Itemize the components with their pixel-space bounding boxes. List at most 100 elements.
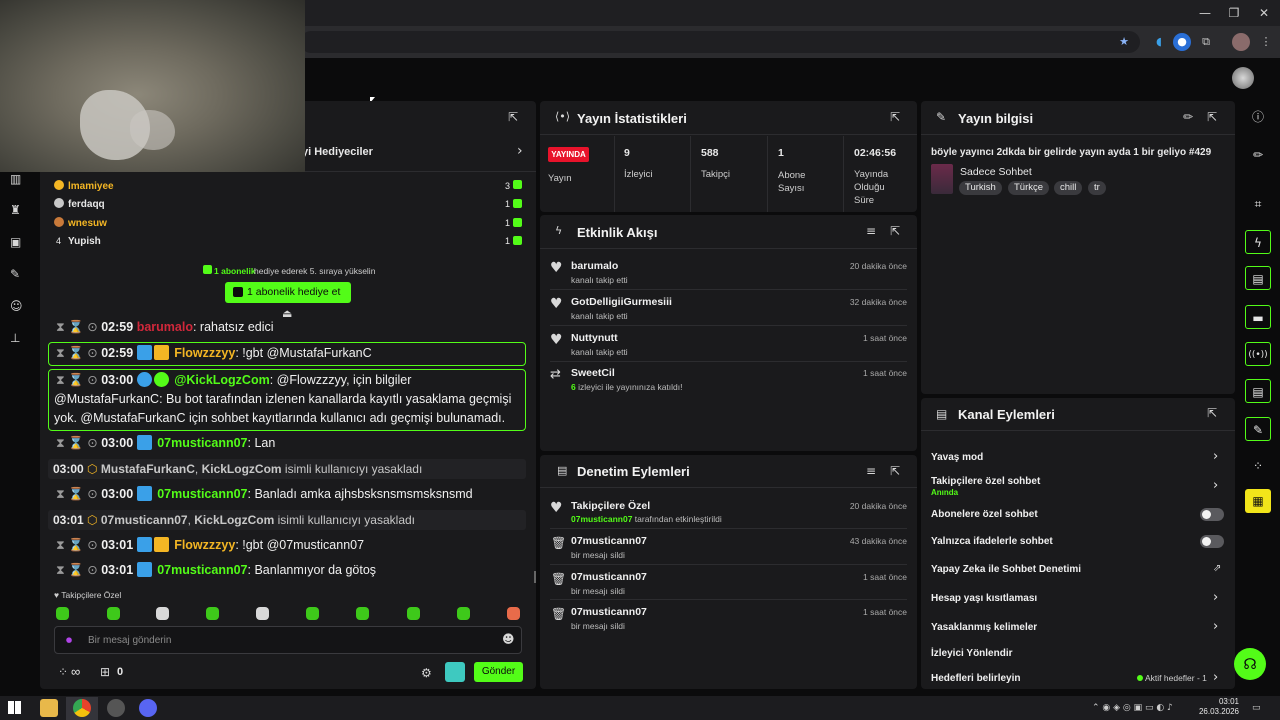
emote-icon[interactable] — [107, 607, 120, 620]
extension-shield-icon[interactable]: ● — [1173, 33, 1191, 51]
emote-icon[interactable] — [206, 607, 219, 620]
chevron-right-icon[interactable]: › — [1213, 619, 1218, 634]
chevron-right-icon[interactable]: › — [1213, 478, 1218, 493]
popout-icon[interactable]: ⇱ — [890, 110, 900, 124]
chrome-icon[interactable] — [73, 699, 91, 717]
browser-menu-icon[interactable]: ⋮ — [1257, 33, 1275, 51]
url-input[interactable] — [300, 31, 1140, 53]
goals-setting[interactable]: Hedefleri belirleyin — [931, 673, 1020, 684]
gift-count: 0 — [117, 666, 124, 678]
followers-only-setting[interactable]: Takipçilere özel sohbet — [931, 476, 1040, 487]
discord-icon[interactable] — [139, 699, 157, 717]
slow-mode-setting[interactable]: Yavaş mod — [931, 452, 983, 463]
edit-pencil-icon[interactable]: ✏ — [1245, 143, 1271, 167]
emote-icon[interactable] — [356, 607, 369, 620]
external-link-icon[interactable]: ⇗ — [1213, 563, 1221, 574]
chevron-right-icon[interactable]: › — [1213, 590, 1218, 605]
lightning-icon[interactable]: ϟ — [1245, 230, 1271, 254]
emote-icon[interactable] — [56, 607, 69, 620]
popout-icon[interactable]: ⇱ — [1207, 406, 1217, 420]
tag-chip[interactable]: chill — [1054, 181, 1083, 195]
tag-chip[interactable]: Türkçe — [1008, 181, 1050, 195]
bookmark-star-icon[interactable]: ★ — [1115, 33, 1133, 51]
subscribers-only-toggle[interactable] — [1200, 508, 1224, 521]
popout-icon[interactable]: ⇱ — [890, 464, 900, 478]
emote-icon[interactable] — [256, 607, 269, 620]
emoji-icon[interactable]: ☻ — [502, 632, 515, 646]
emotes-only-toggle[interactable] — [1200, 535, 1224, 548]
file-explorer-icon[interactable] — [40, 699, 58, 717]
profile-avatar-icon[interactable] — [1232, 33, 1250, 51]
tag-chip[interactable]: tr — [1088, 181, 1106, 195]
obs-icon[interactable] — [107, 699, 125, 717]
channel-actions-icon: ▤ — [936, 407, 948, 421]
popout-icon[interactable]: ⇱ — [1207, 110, 1217, 124]
sub-label: Abone Sayısı — [778, 170, 806, 194]
clock-time: 03:01 — [1218, 697, 1239, 706]
mic-icon[interactable]: ⏺ — [66, 633, 72, 648]
media-icon[interactable]: ▣ — [10, 235, 21, 249]
emote-icon[interactable] — [457, 607, 470, 620]
wrench-icon[interactable]: ✎ — [1245, 417, 1271, 441]
filter-icon[interactable]: ≡ — [866, 224, 876, 238]
popout-icon[interactable]: ⇱ — [508, 110, 518, 124]
gift-box-icon[interactable]: ⊞ — [100, 665, 110, 679]
points-icon[interactable]: ⁘ — [58, 665, 68, 679]
clock-date: 26.03.2026 — [1198, 707, 1239, 716]
heart-icon: ♥ — [550, 500, 563, 516]
trash-icon: 🗑 — [551, 607, 567, 621]
emote-icon[interactable] — [306, 607, 319, 620]
banned-words-setting[interactable]: Yasaklanmış kelimeler — [931, 622, 1037, 633]
activity-title: Etkinlik Akışı — [577, 225, 658, 240]
extension-audio-icon[interactable]: ◖ — [1150, 33, 1168, 51]
chat-bubble-icon[interactable]: ▬ — [1245, 305, 1271, 329]
channel-actions-icon[interactable]: ▤ — [1245, 379, 1271, 403]
promo-text: hediye ederek 5. sıraya yükselin — [254, 266, 376, 276]
ai-moderation-setting[interactable]: Yapay Zeka ile Sohbet Denetimi — [931, 564, 1081, 575]
sub-count: 1 — [778, 147, 784, 159]
chat-scrollbar[interactable] — [534, 571, 536, 583]
close-button[interactable]: ✕ — [1255, 4, 1273, 22]
tray-icons[interactable]: ⌃ ◉ ◈ ◎ ▣ ▭ ◐ ♪ — [1092, 703, 1173, 713]
minimize-button[interactable]: — — [1196, 4, 1214, 22]
points-icon[interactable]: ⁘ — [1245, 454, 1271, 478]
windows-start-icon[interactable] — [8, 701, 21, 714]
mod-tools-icon[interactable]: ⊥ — [10, 331, 20, 345]
crop-icon[interactable]: ⌗ — [1245, 192, 1271, 216]
user-avatar[interactable] — [1232, 67, 1254, 89]
windows-taskbar — [0, 696, 1280, 720]
support-headset-icon[interactable]: ☊ — [1234, 648, 1266, 680]
users-icon[interactable]: ☺ — [10, 299, 23, 313]
kick-shortcut-icon[interactable] — [445, 662, 465, 682]
moderation-item: 🗑 07musticann07 bir mesajı sildi 1 saat … — [551, 606, 907, 631]
emote-icon[interactable] — [156, 607, 169, 620]
edit-pencil-icon[interactable]: ✏ — [1183, 110, 1193, 124]
promo-count: 1 abonelik — [214, 266, 256, 276]
tag-chip[interactable]: Turkish — [959, 181, 1002, 195]
chevron-right-icon[interactable]: › — [1213, 449, 1218, 464]
clapperboard-icon[interactable]: ▦ — [1245, 489, 1271, 513]
chat-message: ⧗ ⌛ ⊙ 03:00 07musticann07: Banladı amka … — [56, 486, 473, 501]
document-icon[interactable]: ▤ — [1245, 266, 1271, 290]
dashboard-icon[interactable]: ▥ — [10, 172, 21, 186]
emote-icon[interactable] — [407, 607, 420, 620]
send-button[interactable]: Gönder — [474, 662, 523, 682]
chevron-right-icon[interactable]: › — [517, 143, 523, 159]
info-icon[interactable]: ⓘ — [1245, 105, 1271, 129]
live-badge: YAYINDA — [548, 147, 589, 162]
chevron-right-icon[interactable]: › — [1213, 670, 1218, 685]
maximize-button[interactable]: ❐ — [1225, 4, 1243, 22]
extensions-puzzle-icon[interactable]: ⧉ — [1197, 33, 1215, 51]
gift-subscription-button[interactable]: 1 abonelik hediye et — [225, 282, 351, 303]
ban-notice: 03:01 ⬡ 07musticann07, KickLogzCom isiml… — [48, 510, 526, 530]
broadcast-icon[interactable]: ((•)) — [1245, 342, 1271, 366]
settings-gear-icon[interactable]: ⚙ — [421, 666, 432, 680]
wrench-icon[interactable]: ✎ — [10, 267, 20, 281]
emote-icon[interactable] — [507, 607, 520, 620]
notification-icon[interactable]: ▭ — [1252, 703, 1261, 713]
popout-icon[interactable]: ⇱ — [890, 224, 900, 238]
filter-icon[interactable]: ≡ — [866, 464, 876, 478]
trophy-icon[interactable]: ♜ — [10, 203, 21, 217]
raid-setting[interactable]: İzleyici Yönlendir — [931, 648, 1013, 659]
account-age-setting[interactable]: Hesap yaşı kısıtlaması — [931, 593, 1037, 604]
